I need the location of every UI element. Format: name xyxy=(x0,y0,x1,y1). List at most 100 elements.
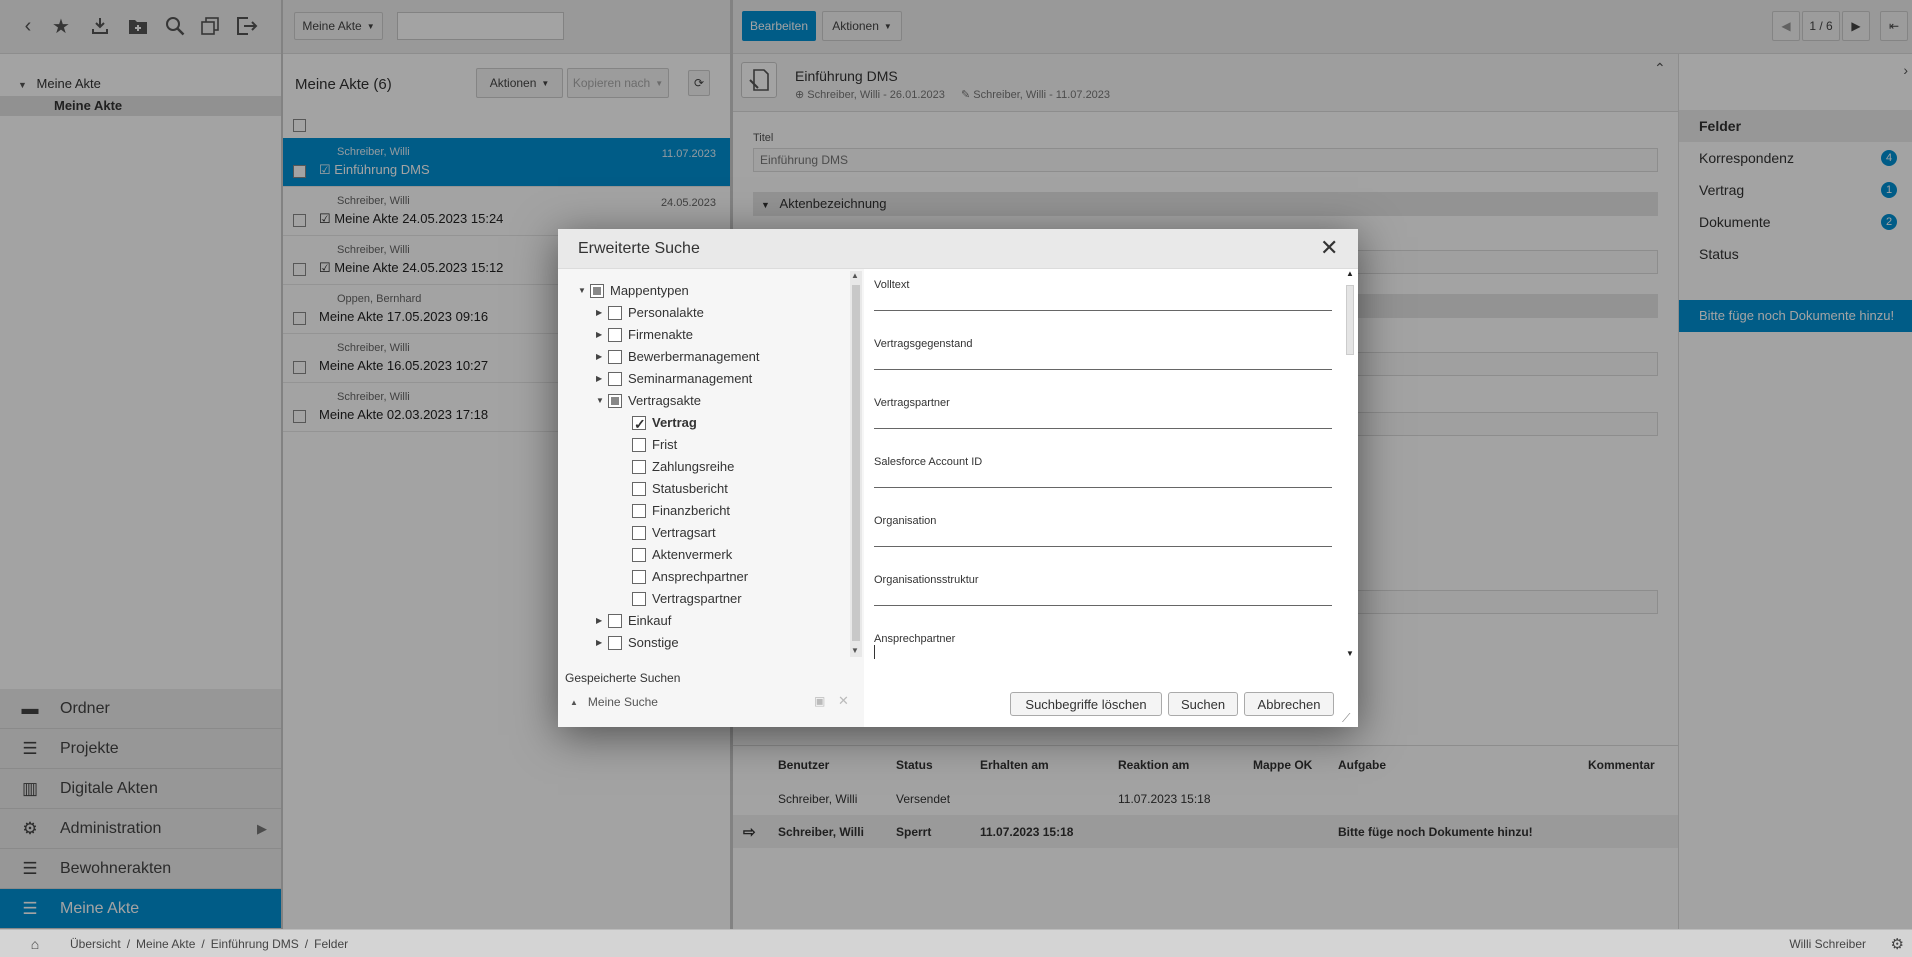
breadcrumb-separator: / xyxy=(201,936,205,951)
vertragsgegenstand-input[interactable] xyxy=(874,350,1332,370)
field-label: Salesforce Account ID xyxy=(874,456,983,468)
tree-node-finanzbericht[interactable]: Finanzbericht xyxy=(632,501,730,521)
field-label: Organisationsstruktur xyxy=(874,574,979,586)
scroll-up-icon[interactable]: ▲ xyxy=(851,271,859,280)
field-label: Vertragspartner xyxy=(874,397,950,409)
tree-checkbox[interactable] xyxy=(590,284,604,298)
form-scrollbar[interactable]: ▲ ▼ xyxy=(1344,269,1356,661)
collapse-icon[interactable]: ▼ xyxy=(578,281,590,301)
breadcrumb-separator: / xyxy=(304,936,309,951)
tree-checkbox[interactable] xyxy=(608,394,622,408)
salesforce-account-id-input[interactable] xyxy=(874,468,1332,488)
tree-label: Zahlungsreihe xyxy=(652,459,735,474)
scroll-down-icon[interactable]: ▼ xyxy=(1346,649,1354,658)
tree-node-vertrag[interactable]: Vertrag xyxy=(632,413,697,434)
tree-node-firmenakte[interactable]: ▶ Firmenakte xyxy=(596,325,693,345)
field-label: Vertragsgegenstand xyxy=(874,338,973,350)
scrollbar-thumb[interactable] xyxy=(852,285,860,641)
tree-label: Vertragsart xyxy=(652,525,716,540)
saved-search-label: Meine Suche xyxy=(587,695,658,709)
ansprechpartner-input[interactable] xyxy=(874,645,1332,659)
tree-label: Personalakte xyxy=(628,305,704,320)
tree-label: Bewerbermanagement xyxy=(628,349,760,364)
advanced-search-dialog: Erweiterte Suche ✕ ▼ Mappentypen ▶ Persona… xyxy=(558,229,1358,727)
volltext-input[interactable] xyxy=(874,291,1332,311)
tree-label: Frist xyxy=(652,437,678,452)
tree-checkbox[interactable] xyxy=(632,526,646,540)
tree-node-sonstige[interactable]: ▶ Sonstige xyxy=(596,633,679,653)
scroll-up-icon[interactable]: ▲ xyxy=(1346,269,1354,278)
tree-label: Vertragspartner xyxy=(652,591,742,606)
dialog-title: Erweiterte Suche xyxy=(578,240,700,257)
organisationsstruktur-input[interactable] xyxy=(874,586,1332,606)
field-label: Volltext xyxy=(874,279,910,291)
tree-checkbox[interactable] xyxy=(632,570,646,584)
tree-checkbox[interactable] xyxy=(608,350,622,364)
close-icon[interactable]: ✕ xyxy=(1320,235,1338,261)
tree-node-einkauf[interactable]: ▶ Einkauf xyxy=(596,611,671,631)
tree-label: Mappentypen xyxy=(610,283,689,298)
saved-searches-label: Gespeicherte Suchen xyxy=(565,671,681,685)
tree-node-seminarmanagement[interactable]: ▶ Seminarmanagement xyxy=(596,369,752,389)
vertragspartner-input[interactable] xyxy=(874,409,1332,429)
save-icon[interactable]: ▣ xyxy=(814,694,825,708)
collapse-icon[interactable]: ▲ xyxy=(570,698,578,707)
resize-handle-icon[interactable]: ⟋ xyxy=(1342,711,1350,726)
breadcrumb-item[interactable]: Übersicht xyxy=(70,937,121,951)
tree-node-vertragspartner[interactable]: Vertragspartner xyxy=(632,589,742,609)
tree-node-zahlungsreihe[interactable]: Zahlungsreihe xyxy=(632,457,734,477)
tree-checkbox[interactable] xyxy=(632,548,646,562)
cancel-button[interactable]: Abbrechen xyxy=(1244,692,1334,716)
tree-label: Sonstige xyxy=(628,635,679,650)
tree-label: Aktenvermerk xyxy=(652,547,733,562)
tree-label: Statusbericht xyxy=(652,481,728,496)
type-tree: ▼ Mappentypen ▶ Personalakte ▶ Firmenakte ▶… xyxy=(558,269,864,727)
breadcrumb-item[interactable]: Einführung DMS xyxy=(211,937,299,951)
tree-node-frist[interactable]: Frist xyxy=(632,435,677,455)
search-form: Volltext Vertragsgegenstand Vertragspart… xyxy=(864,269,1358,727)
tree-node-statusbericht[interactable]: Statusbericht xyxy=(632,479,728,499)
tree-checkbox[interactable] xyxy=(608,636,622,650)
tree-node-bewerbermanagement[interactable]: ▶ Bewerbermanagement xyxy=(596,347,760,367)
tree-checkbox[interactable] xyxy=(608,328,622,342)
tree-node-aktenvermerk[interactable]: Aktenvermerk xyxy=(632,545,732,565)
scroll-down-icon[interactable]: ▼ xyxy=(851,646,859,655)
tree-label: Einkauf xyxy=(628,613,672,628)
tree-node-vertragsart[interactable]: Vertragsart xyxy=(632,523,716,543)
tree-node-ansprechpartner[interactable]: Ansprechpartner xyxy=(632,567,748,587)
search-button[interactable]: Suchen xyxy=(1168,692,1238,716)
scrollbar-thumb[interactable] xyxy=(1346,285,1354,355)
tree-scrollbar[interactable]: ▲ ▼ xyxy=(850,271,862,657)
organisation-input[interactable] xyxy=(874,527,1332,547)
collapse-icon[interactable]: ▼ xyxy=(596,391,608,411)
tree-node-vertragsakte[interactable]: ▼ Vertragsakte xyxy=(596,391,701,411)
breadcrumb-separator: / xyxy=(126,936,131,951)
breadcrumb-item[interactable]: Meine Akte xyxy=(136,937,195,951)
breadcrumb-item[interactable]: Felder xyxy=(314,937,348,951)
expand-icon[interactable]: ▶ xyxy=(596,633,608,653)
tree-checkbox[interactable] xyxy=(608,306,622,320)
tree-checkbox[interactable] xyxy=(632,592,646,606)
expand-icon[interactable]: ▶ xyxy=(596,347,608,367)
saved-search-item[interactable]: ▲ Meine Suche xyxy=(570,695,658,709)
expand-icon[interactable]: ▶ xyxy=(596,611,608,631)
delete-icon[interactable]: ✕ xyxy=(838,693,849,709)
clear-search-button[interactable]: Suchbegriffe löschen xyxy=(1010,692,1162,716)
tree-checkbox[interactable] xyxy=(608,614,622,628)
home-icon[interactable]: ⌂ xyxy=(0,936,70,952)
expand-icon[interactable]: ▶ xyxy=(596,303,608,323)
gear-icon[interactable]: ⚙ xyxy=(1891,935,1904,953)
user-name[interactable]: Willi Schreiber xyxy=(1789,937,1866,951)
breadcrumb: Übersicht / Meine Akte / Einführung DMS / F… xyxy=(70,937,348,951)
expand-icon[interactable]: ▶ xyxy=(596,325,608,345)
tree-checkbox[interactable] xyxy=(632,438,646,452)
tree-checkbox-checked[interactable] xyxy=(632,414,646,434)
tree-node-personalakte[interactable]: ▶ Personalakte xyxy=(596,303,704,323)
tree-checkbox[interactable] xyxy=(608,372,622,386)
expand-icon[interactable]: ▶ xyxy=(596,369,608,389)
tree-checkbox[interactable] xyxy=(632,460,646,474)
tree-checkbox[interactable] xyxy=(632,482,646,496)
tree-label: Vertragsakte xyxy=(628,393,701,408)
tree-checkbox[interactable] xyxy=(632,504,646,518)
tree-node-mappentypen[interactable]: ▼ Mappentypen xyxy=(578,281,689,301)
